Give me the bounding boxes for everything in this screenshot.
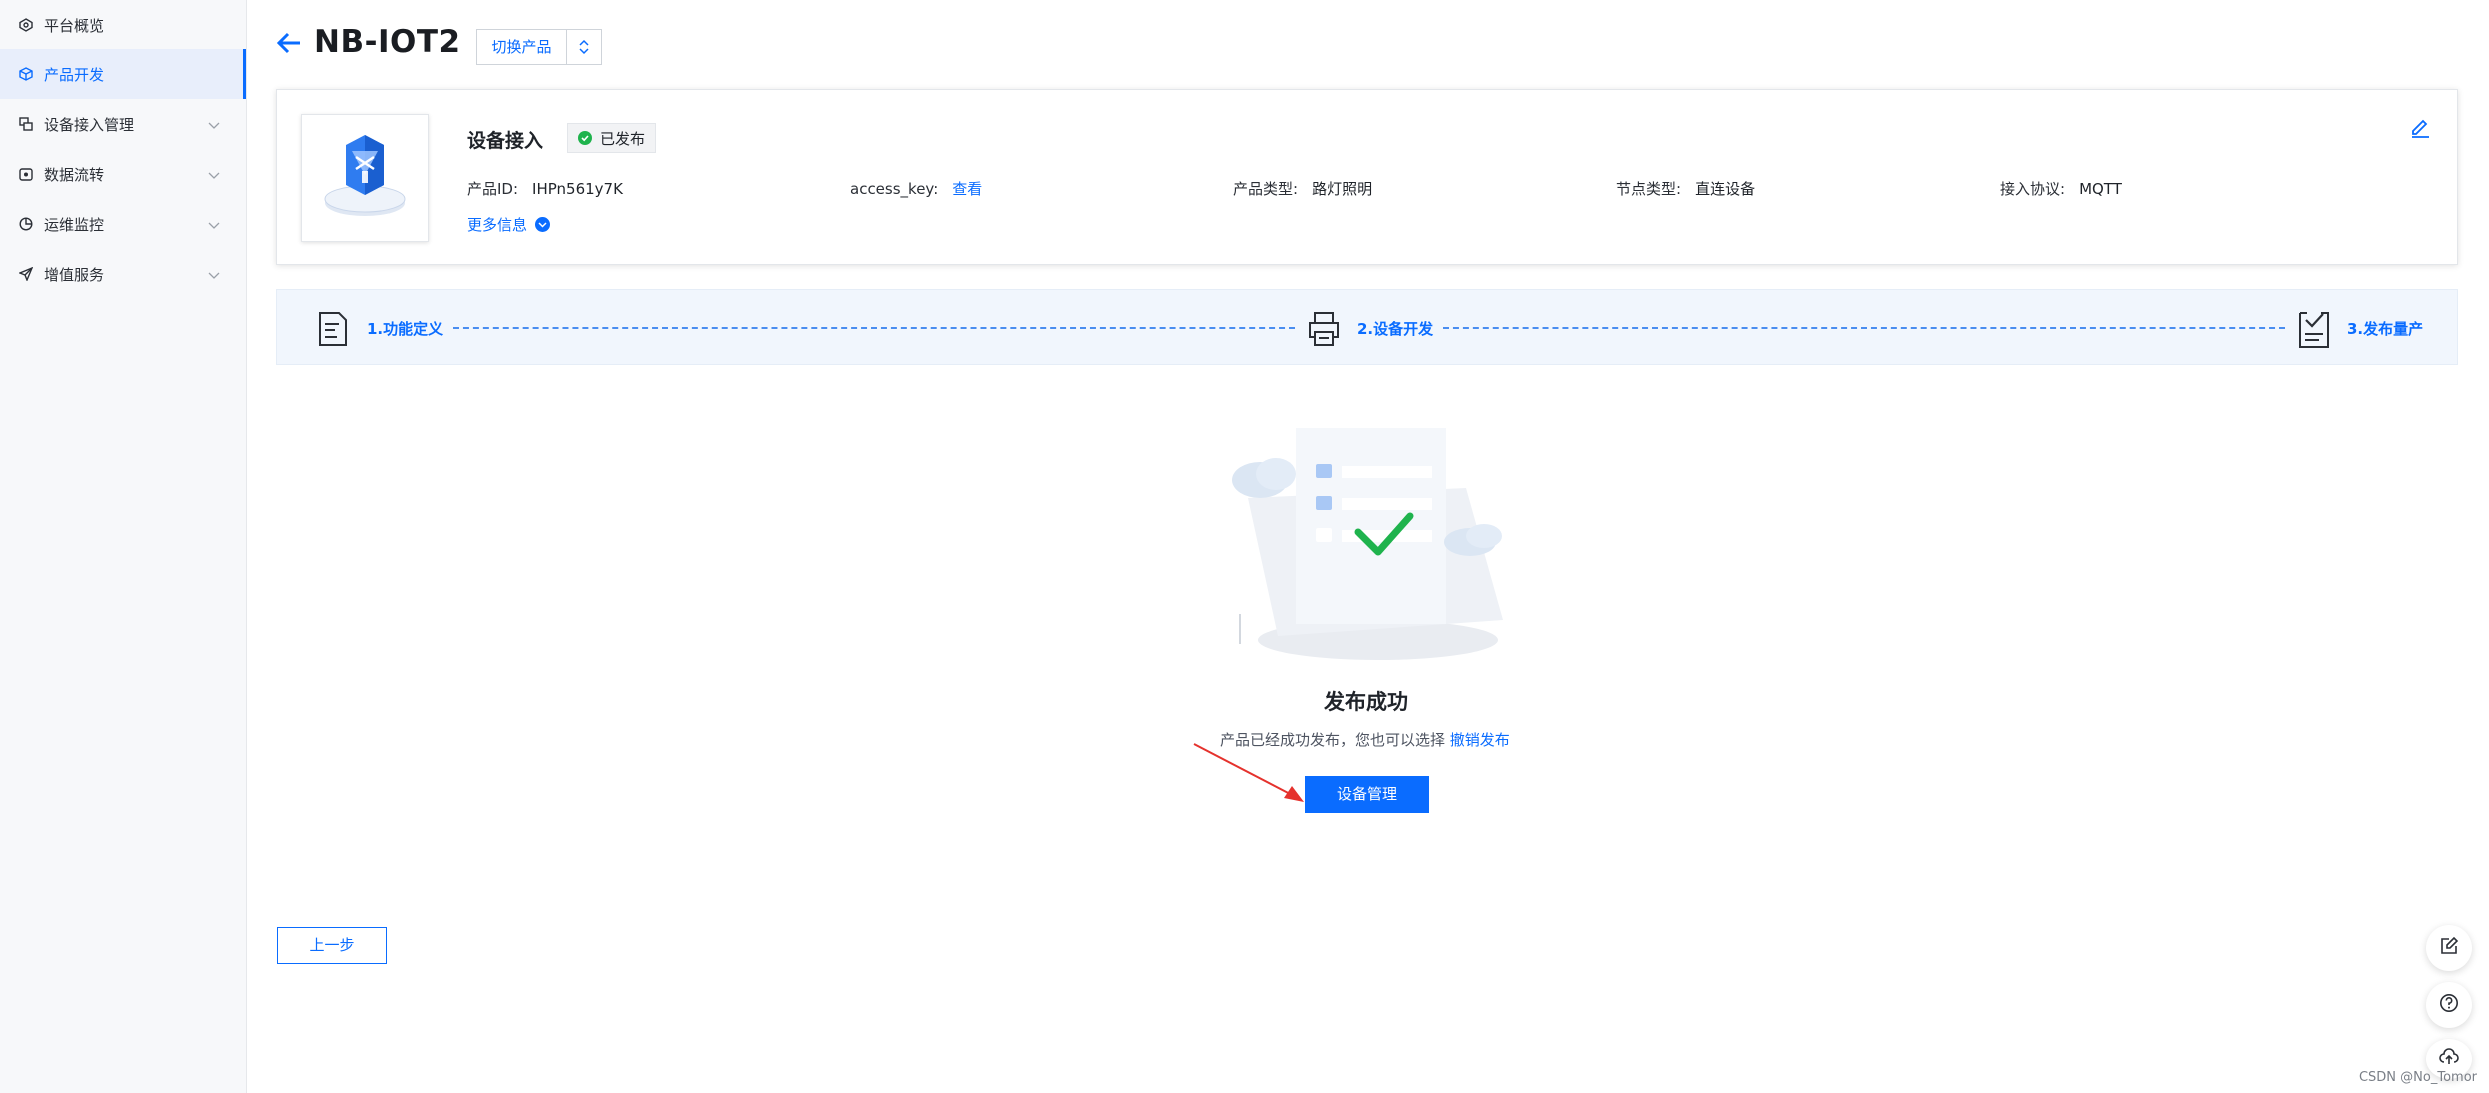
watermark: CSDN @No_Tomor (2358, 1070, 2477, 1085)
step-3-label: 3.发布量产 (2347, 320, 2424, 338)
sidebar-item-label: 运维监控 (44, 215, 105, 234)
product-name: 设备接入 (467, 130, 544, 152)
step-connector (453, 327, 1295, 329)
sidebar-item-data-flow[interactable]: 数据流转 (0, 149, 246, 199)
switch-product-label: 切换产品 (477, 30, 567, 64)
node-type-label: 节点类型: (1616, 180, 1682, 198)
chevron-down-icon (208, 216, 220, 234)
printer-icon (1307, 310, 1341, 352)
check-circle-icon (578, 131, 592, 145)
checklist-icon (2297, 310, 2331, 354)
success-illustration (1208, 424, 1538, 678)
sidebar-item-label: 数据流转 (44, 165, 105, 184)
chevron-down-icon (208, 266, 220, 284)
cloud-upload-icon (2439, 1048, 2459, 1070)
annotation-arrow (1190, 740, 1310, 810)
chevron-down-icon (535, 217, 551, 232)
sidebar-item-label: 平台概览 (44, 16, 105, 35)
protocol-label: 接入协议: (2000, 180, 2066, 198)
dashboard-icon (18, 17, 34, 33)
product-id-label: 产品ID: (467, 180, 519, 198)
product-id-field: 产品ID: IHPn561y7K (467, 178, 623, 199)
switch-product-button[interactable]: 切换产品 (476, 29, 602, 65)
sidebar-item-product-dev[interactable]: 产品开发 (0, 49, 246, 99)
device-icon (18, 116, 34, 132)
help-icon (2439, 993, 2459, 1017)
product-type-label: 产品类型: (1233, 180, 1299, 198)
protocol-value: MQTT (2079, 180, 2122, 198)
node-type-field: 节点类型: 直连设备 (1616, 178, 1755, 199)
cube-icon (18, 66, 34, 82)
sidebar-item-label: 设备接入管理 (44, 115, 135, 134)
product-id-value: IHPn561y7K (532, 180, 623, 198)
sidebar-item-label: 产品开发 (44, 65, 105, 84)
sidebar-item-value-added[interactable]: 增值服务 (0, 249, 246, 299)
step-2-label: 2.设备开发 (1357, 320, 1434, 338)
previous-step-button[interactable]: 上一步 (277, 927, 387, 964)
access-key-label: access_key: (850, 180, 939, 198)
product-info-card: 设备接入 已发布 产品ID: IHPn561y7K access_key: 查看 产… (276, 89, 2458, 265)
view-access-key-link[interactable]: 查看 (952, 180, 982, 198)
more-info-label: 更多信息 (467, 216, 528, 234)
product-image (301, 114, 429, 242)
product-type-field: 产品类型: 路灯照明 (1233, 178, 1372, 199)
progress-steps: 1.功能定义 2.设备开发 3.发布量产 (276, 289, 2458, 365)
access-key-field: access_key: 查看 (850, 178, 982, 199)
chevron-down-icon (208, 166, 220, 184)
help-button[interactable] (2426, 982, 2472, 1028)
page-title: NB-IOT2 (314, 24, 461, 60)
device-management-button[interactable]: 设备管理 (1305, 776, 1429, 813)
success-title: 发布成功 (1324, 690, 1408, 714)
status-text: 已发布 (600, 129, 646, 148)
product-type-value: 路灯照明 (1312, 180, 1373, 198)
send-icon (18, 266, 34, 282)
document-edit-icon (317, 310, 349, 352)
chevron-updown-icon (567, 38, 601, 56)
feedback-button[interactable] (2426, 925, 2472, 971)
node-type-value: 直连设备 (1695, 180, 1756, 198)
sidebar-item-label: 增值服务 (44, 265, 105, 284)
protocol-field: 接入协议: MQTT (2000, 178, 2122, 199)
sidebar: 平台概览 产品开发 设备接入管理 数据流转 运维监控 增值服务 (0, 0, 247, 1093)
back-arrow-icon[interactable] (276, 32, 302, 58)
pie-chart-icon (18, 216, 34, 232)
sidebar-item-device-access[interactable]: 设备接入管理 (0, 99, 246, 149)
revoke-publish-link[interactable]: 撤销发布 (1450, 731, 1510, 749)
sidebar-item-overview[interactable]: 平台概览 (0, 0, 246, 50)
status-badge: 已发布 (567, 123, 657, 153)
step-1-label: 1.功能定义 (367, 320, 444, 338)
edit-note-icon (2439, 936, 2459, 960)
more-info-toggle[interactable]: 更多信息 (467, 214, 551, 235)
dataflow-icon (18, 166, 34, 182)
chevron-down-icon (208, 116, 220, 134)
sidebar-item-ops-monitor[interactable]: 运维监控 (0, 199, 246, 249)
edit-icon[interactable] (2409, 116, 2431, 142)
step-connector (1443, 327, 2285, 329)
